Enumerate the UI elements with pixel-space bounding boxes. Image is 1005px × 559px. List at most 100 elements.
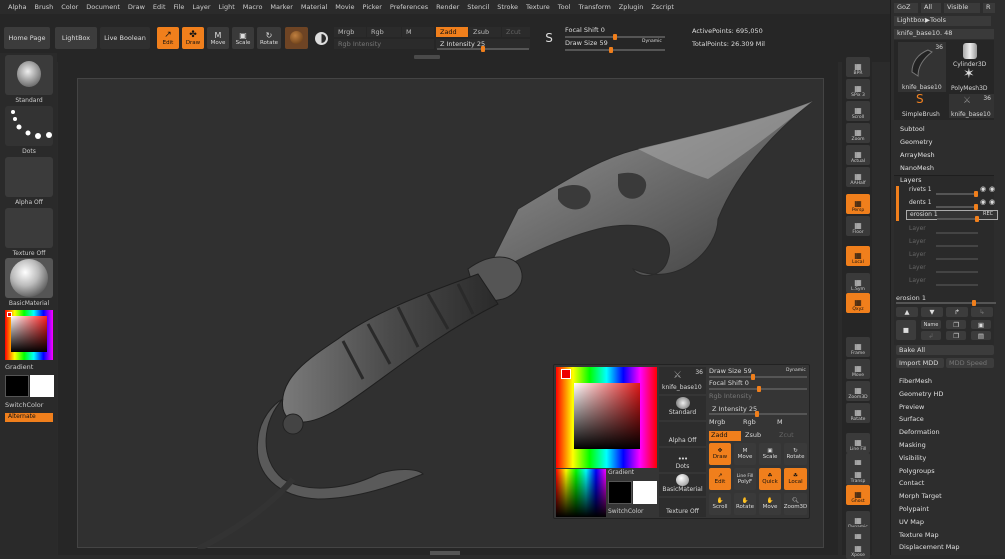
rightshelf-move[interactable]: ▦ Move [846, 359, 870, 379]
rightshelf-frame[interactable]: ▦ Frame [846, 337, 870, 357]
layer-up-button[interactable]: ▲ [896, 307, 918, 317]
rightshelf-transp[interactable]: ▦ Transp [846, 465, 870, 485]
rightshelf-floor[interactable]: ▦ Floor [846, 216, 870, 236]
rightshelf-ghost[interactable]: ▦ Ghost [846, 485, 870, 505]
menu-movie[interactable]: Movie [331, 3, 358, 11]
layer-slider[interactable] [936, 191, 978, 197]
rgb-intensity-slider[interactable]: Rgb Intensity [334, 39, 434, 49]
layer-slider[interactable] [936, 204, 978, 210]
menu-draw[interactable]: Draw [124, 3, 149, 11]
popup-z-intensity[interactable]: Z Intensity 25 [712, 405, 757, 413]
menu-brush[interactable]: Brush [30, 3, 57, 11]
rightshelf-line-fill[interactable]: ▦ Line Fill [846, 433, 870, 453]
shelf-handle[interactable] [414, 55, 440, 59]
home-page-button[interactable]: Home Page [4, 27, 50, 49]
gradient-label[interactable]: Gradient [5, 363, 33, 371]
subpalette-geometry-hd[interactable]: Geometry HD [899, 390, 943, 398]
layer-row-empty[interactable]: Layer [906, 224, 998, 234]
popup-alpha-slot[interactable]: Alpha Off [659, 422, 706, 446]
menu-picker[interactable]: Picker [359, 3, 386, 11]
popup-primary-swatch[interactable] [608, 481, 632, 504]
popup-material-slot[interactable]: BasicMaterial [659, 474, 706, 496]
popup-brush-slot[interactable]: Standard [659, 396, 706, 420]
layer-row-erosion[interactable]: erosion 1 REC [906, 210, 998, 222]
popup-texture-slot[interactable]: Texture Off [659, 498, 706, 517]
menu-file[interactable]: File [170, 3, 189, 11]
layer-eye-icon[interactable]: ◉ [980, 185, 986, 193]
layers-scrollbar[interactable] [896, 186, 899, 221]
subpalette-geometry[interactable]: Geometry [900, 138, 932, 146]
lightbox-tools-button[interactable]: Lightbox▶Tools [894, 16, 991, 26]
subpalette-subtool[interactable]: Subtool [900, 125, 925, 133]
tool-thumb-knife[interactable]: 36 knife_base10 [898, 42, 946, 92]
zadd-button[interactable]: Zadd [436, 27, 468, 37]
tool-thumb-knife-2[interactable]: 36 ⚔ knife_base10 [949, 94, 994, 118]
rightshelf-xpose[interactable]: ▦ Xpose [846, 539, 870, 559]
layer-rec-button[interactable]: REC [983, 211, 993, 217]
material-picker[interactable]: BasicMaterial [5, 258, 53, 307]
layer-eye-icon[interactable]: ◉ [989, 185, 995, 193]
rightshelf-local[interactable]: ▦ Local [846, 246, 870, 266]
menu-alpha[interactable]: Alpha [4, 3, 30, 11]
merge-down-button[interactable]: ↲ [921, 331, 941, 340]
subpalette-arraymesh[interactable]: ArrayMesh [900, 151, 935, 159]
split-button[interactable]: ❐ [946, 331, 966, 340]
popup-rotate-view-button[interactable]: ✋ Rotate [734, 493, 756, 515]
rgb-button[interactable]: Rgb [367, 27, 401, 37]
current-tool-field[interactable]: knife_base10. 48 [894, 29, 994, 39]
tool-thumb-polymesh[interactable]: ✶ PolyMesh3D [949, 66, 994, 92]
duplicate-layer-button[interactable]: ❐ [946, 320, 966, 329]
menu-material[interactable]: Material [297, 3, 331, 11]
popup-color-square[interactable] [574, 383, 640, 449]
layer-slider[interactable] [936, 245, 978, 247]
popup-quick-button[interactable]: ☘ Quick [759, 468, 781, 490]
subpalette-masking[interactable]: Masking [899, 441, 926, 449]
popup-draw-size[interactable]: Draw Size 59 [709, 367, 752, 375]
tool-thumb-simplebrush[interactable]: S SimpleBrush [898, 92, 946, 118]
primary-color-swatch[interactable] [5, 375, 29, 397]
stroke-picker[interactable]: Dots [5, 106, 53, 155]
r-button[interactable]: R [983, 3, 995, 13]
menu-light[interactable]: Light [215, 3, 239, 11]
popup-rgb-intensity[interactable]: Rgb Intensity [709, 392, 752, 400]
popup-m[interactable]: M [777, 418, 807, 428]
color-picker[interactable] [5, 310, 53, 360]
layer-eye-icon[interactable]: ◉ [989, 198, 995, 206]
visible-button[interactable]: Visible [944, 3, 980, 13]
move-mode-button[interactable]: M Move [207, 27, 229, 49]
menu-layer[interactable]: Layer [188, 3, 214, 11]
popup-switch-color[interactable]: SwitchColor [608, 508, 644, 515]
popup-rotate-button[interactable]: ↻ Rotate [784, 443, 807, 465]
mdd-speed-slider[interactable]: MDD Speed [946, 358, 994, 368]
layer-forward-button[interactable]: ↳ [971, 307, 993, 317]
rightshelf-l-sym[interactable]: ▦ L.Sym [846, 273, 870, 293]
lazymouse-toggle[interactable]: S [540, 30, 558, 46]
layer-redo-button[interactable]: ↱ [946, 307, 968, 317]
subpalette-morph-target[interactable]: Morph Target [899, 492, 942, 500]
material-swatch[interactable] [285, 27, 308, 49]
popup-zsub[interactable]: Zsub [743, 431, 775, 441]
draw-size-slider[interactable]: Draw Size 59 [565, 39, 635, 49]
import-mdd-button[interactable]: Import MDD [896, 358, 944, 368]
layers-title[interactable]: Layers [900, 176, 922, 184]
popup-focal-shift[interactable]: Focal Shift 0 [709, 379, 749, 387]
popup-gradient-picker[interactable] [556, 469, 606, 517]
subpalette-uv-map[interactable]: UV Map [899, 518, 924, 526]
popup-tool-slot[interactable]: 36 ⚔ knife_base10 [659, 367, 706, 394]
subpalette-deformation[interactable]: Deformation [899, 428, 940, 436]
color-saturation-square[interactable] [11, 316, 47, 352]
texture-picker[interactable]: Texture Off [5, 208, 53, 257]
menu-texture[interactable]: Texture [522, 3, 554, 11]
popup-mrgb[interactable]: Mrgb [709, 418, 741, 428]
dynamic-toggle[interactable]: Dynamic [642, 39, 666, 47]
layer-slider[interactable] [937, 216, 979, 222]
popup-zcut[interactable]: Zcut [777, 431, 807, 441]
menu-preferences[interactable]: Preferences [386, 3, 432, 11]
secondary-color-swatch[interactable] [30, 375, 54, 397]
menu-edit[interactable]: Edit [149, 3, 170, 11]
popup-scroll-button[interactable]: ✋ Scroll [709, 493, 731, 515]
menu-stroke[interactable]: Stroke [493, 3, 522, 11]
zsub-button[interactable]: Zsub [469, 27, 501, 37]
rightshelf-persp[interactable]: ▦ Persp [846, 194, 870, 214]
switch-color-button[interactable]: SwitchColor [5, 401, 43, 409]
